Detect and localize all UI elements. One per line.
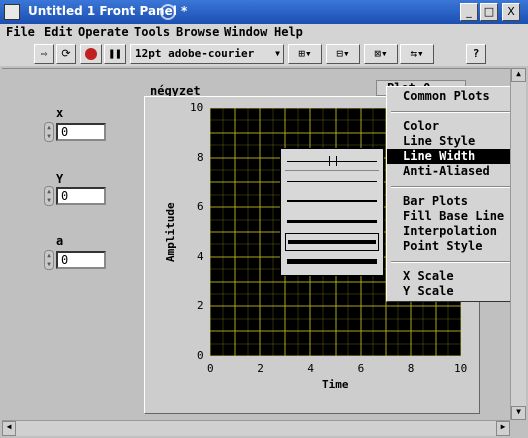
context-menu-item[interactable]: Common Plots▶ bbox=[387, 89, 523, 104]
line-width-sample bbox=[287, 200, 377, 202]
context-menu-item-label: X Scale bbox=[403, 269, 454, 283]
abort-stop-icon[interactable] bbox=[80, 44, 102, 64]
context-menu-item-label: Line Width bbox=[403, 149, 476, 163]
distribute-objects-icon[interactable]: ⊟▾ bbox=[326, 44, 360, 64]
line-width-popup[interactable] bbox=[280, 148, 384, 276]
scroll-right-icon[interactable]: ▶ bbox=[496, 421, 510, 436]
control-y-label: Y bbox=[56, 172, 64, 186]
control-a-spinner[interactable]: ▲ ▼ bbox=[44, 250, 54, 270]
labview-swirl-icon bbox=[160, 4, 176, 20]
line-width-option[interactable] bbox=[285, 193, 379, 211]
context-menu-item[interactable]: Line Style▶ bbox=[387, 134, 523, 149]
chevron-down-icon: ▼ bbox=[275, 49, 280, 58]
y-tick-label: 6 bbox=[197, 200, 204, 214]
line-width-option[interactable] bbox=[285, 253, 379, 271]
y-tick-label: 4 bbox=[197, 249, 204, 263]
context-menu-item-label: Interpolation bbox=[403, 224, 497, 238]
context-menu-item-label: Color bbox=[403, 119, 440, 133]
context-menu-item[interactable]: Fill Base Line▶ bbox=[387, 209, 523, 224]
control-x-input[interactable]: 0 bbox=[56, 123, 106, 141]
x-tick-label: 10 bbox=[454, 362, 468, 375]
menu-browse[interactable]: Browse bbox=[176, 25, 219, 39]
menu-file[interactable]: File bbox=[6, 25, 35, 39]
menu-operate[interactable]: Operate bbox=[78, 25, 129, 39]
close-button[interactable]: X bbox=[502, 3, 520, 21]
context-menu-item[interactable]: Anti-Aliased bbox=[387, 164, 523, 179]
y-tick-label: 0 bbox=[197, 349, 204, 362]
scroll-down-icon[interactable]: ▼ bbox=[511, 406, 526, 420]
y-tick-label: 10 bbox=[190, 101, 204, 114]
menu-tools[interactable]: Tools bbox=[134, 25, 170, 39]
context-menu-item-label: Fill Base Line bbox=[403, 209, 505, 223]
x-tick-label: 4 bbox=[307, 362, 315, 375]
context-menu-item-label: Point Style bbox=[403, 239, 483, 253]
scroll-up-icon[interactable]: ▲ bbox=[511, 68, 526, 82]
context-menu-item[interactable]: Color▶ bbox=[387, 119, 523, 134]
resize-objects-icon[interactable]: ⊠▾ bbox=[364, 44, 398, 64]
pause-icon[interactable]: ❚❚ bbox=[104, 44, 126, 64]
scroll-left-icon[interactable]: ◀ bbox=[2, 421, 16, 436]
x-tick-label: 2 bbox=[257, 362, 264, 375]
align-objects-icon[interactable]: ⊞▾ bbox=[288, 44, 322, 64]
line-width-sample bbox=[287, 181, 377, 182]
font-select[interactable]: 12pt adobe-courier ▼ bbox=[130, 44, 284, 64]
control-x-spinner[interactable]: ▲ ▼ bbox=[44, 122, 54, 142]
x-tick-label: 8 bbox=[407, 362, 415, 375]
context-menu-item[interactable]: Point Style▶ bbox=[387, 239, 523, 254]
run-arrow-icon[interactable]: ⇨ bbox=[34, 44, 54, 64]
context-menu-item[interactable]: Bar Plots▶ bbox=[387, 194, 523, 209]
line-width-sample bbox=[288, 240, 376, 244]
control-y-spinner[interactable]: ▲ ▼ bbox=[44, 186, 54, 206]
line-width-option[interactable] bbox=[285, 153, 379, 171]
menu-separator bbox=[391, 261, 519, 263]
menu-window[interactable]: Window bbox=[224, 25, 267, 39]
context-menu-item-label: Common Plots bbox=[403, 89, 490, 103]
control-a-label: a bbox=[56, 234, 64, 248]
line-width-sample bbox=[287, 220, 377, 223]
title-bar[interactable]: Untitled 1 Front Panel * _ □ X bbox=[0, 0, 528, 24]
menu-help[interactable]: Help bbox=[274, 25, 303, 39]
font-select-value: 12pt adobe-courier bbox=[135, 47, 255, 60]
menu-edit[interactable]: Edit bbox=[44, 25, 73, 39]
line-width-option[interactable] bbox=[285, 173, 379, 191]
line-width-option[interactable] bbox=[285, 233, 379, 251]
context-menu-item[interactable]: Line Width▶ bbox=[387, 149, 523, 164]
context-menu-item-label: Bar Plots bbox=[403, 194, 469, 208]
context-menu: Common Plots▶ Color▶Line Style▶Line Width… bbox=[386, 86, 524, 302]
context-menu-item[interactable]: X Scale▶ bbox=[387, 269, 523, 284]
x-axis-label: Time bbox=[322, 378, 349, 391]
menu-separator bbox=[391, 111, 519, 113]
help-button[interactable]: ? bbox=[466, 44, 486, 64]
minimize-button[interactable]: _ bbox=[460, 3, 478, 21]
line-width-sample bbox=[287, 259, 377, 264]
control-x-label: x bbox=[56, 106, 64, 120]
context-menu-item-label: Y Scale bbox=[403, 284, 454, 298]
y-axis-label: Amplitude bbox=[164, 202, 177, 262]
x-tick-label: 6 bbox=[357, 362, 365, 375]
line-width-option[interactable] bbox=[285, 213, 379, 231]
context-menu-item[interactable]: Y Scale▶ bbox=[387, 284, 523, 299]
menu-separator bbox=[391, 186, 519, 188]
control-y-input[interactable]: 0 bbox=[56, 187, 106, 205]
context-menu-item[interactable]: Interpolation▶ bbox=[387, 224, 523, 239]
horizontal-scrollbar[interactable]: ◀ ▶ bbox=[2, 420, 510, 436]
run-continuous-icon[interactable]: ⟳ bbox=[56, 44, 76, 64]
app-icon[interactable] bbox=[4, 4, 20, 20]
hairline-tick-marks bbox=[329, 156, 337, 166]
control-a-input[interactable]: 0 bbox=[56, 251, 106, 269]
y-tick-label: 8 bbox=[197, 150, 204, 164]
reorder-icon[interactable]: ⇆▾ bbox=[400, 44, 434, 64]
y-tick-label: 2 bbox=[197, 299, 204, 313]
vertical-scrollbar[interactable]: ▲ ▼ bbox=[510, 68, 526, 420]
context-menu-item-label: Anti-Aliased bbox=[403, 164, 490, 178]
context-menu-item-label: Line Style bbox=[403, 134, 476, 148]
maximize-button[interactable]: □ bbox=[480, 3, 498, 21]
x-tick-label: 0 bbox=[207, 362, 214, 375]
toolbar: ⇨ ⟳ ❚❚ 12pt adobe-courier ▼ ⊞▾ ⊟▾ ⊠▾ ⇆▾ ?… bbox=[0, 42, 528, 100]
menu-bar: File Edit Operate Tools Browse Window He… bbox=[0, 24, 528, 42]
